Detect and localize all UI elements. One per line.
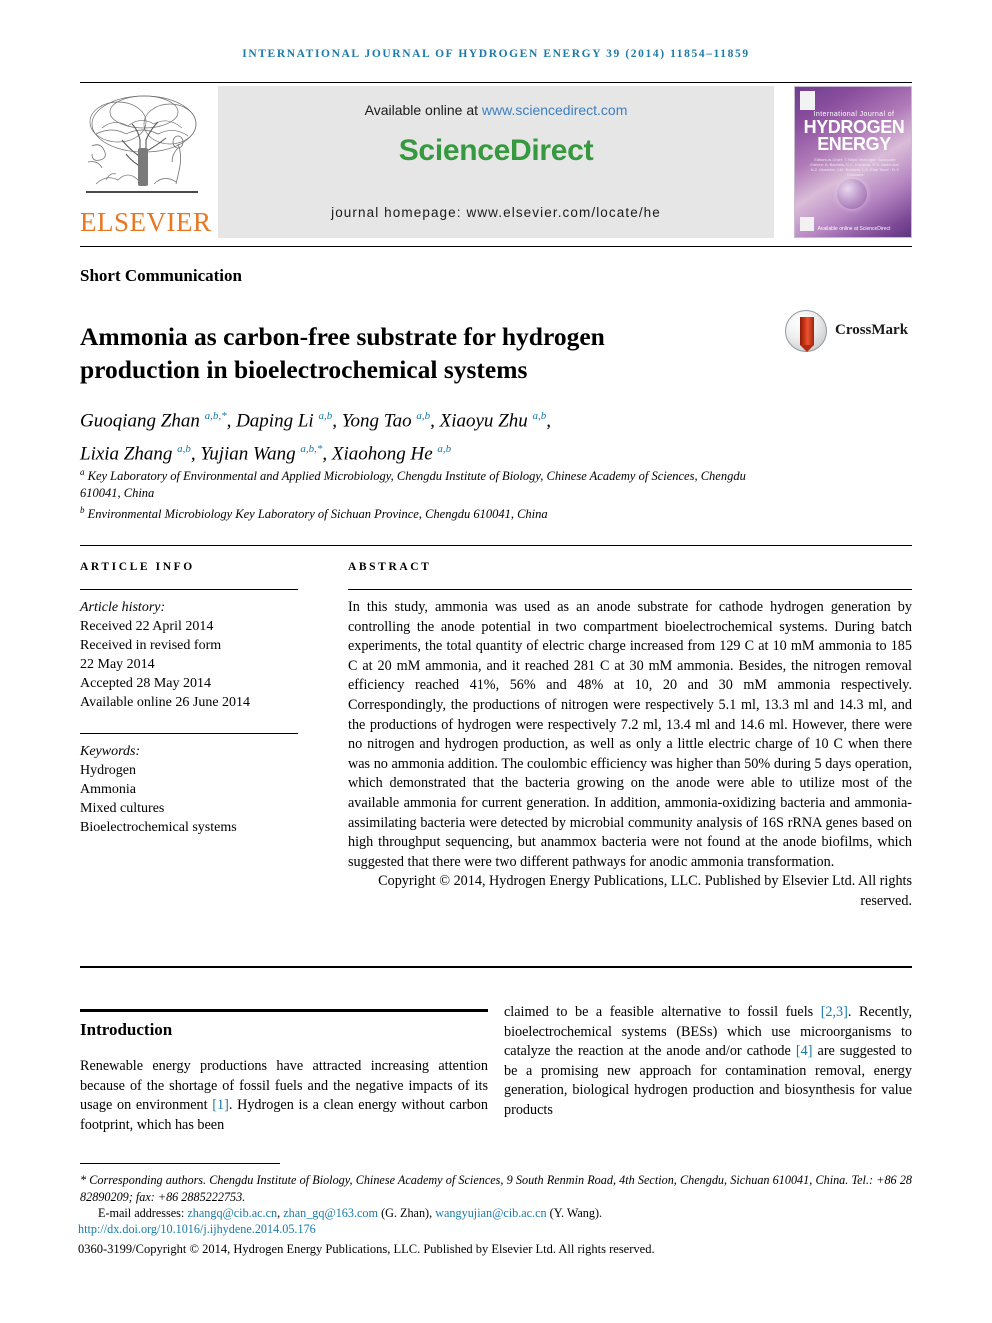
- abstract-body: In this study, ammonia was used as an an…: [348, 599, 912, 870]
- journal-cover-thumbnail[interactable]: International Journal of HYDROGEN ENERGY…: [794, 86, 912, 238]
- keywords-label: Keywords:: [80, 744, 141, 759]
- article-type: Short Communication: [80, 266, 242, 285]
- cover-title-energy: ENERGY: [817, 134, 891, 154]
- body-column-right: claimed to be a feasible alternative to …: [504, 1003, 912, 1121]
- masthead: ELSEVIER Available online at www.science…: [80, 86, 912, 238]
- keyword-item: Ammonia: [80, 782, 136, 797]
- running-head: International Journal of Hydrogen Energy…: [242, 48, 750, 60]
- cover-editors-text: Editors-in-Chief: T. Nejat Veziroğlu · A…: [810, 157, 900, 177]
- cover-orb-graphic: [837, 179, 867, 209]
- elsevier-tree-icon: [82, 88, 202, 206]
- crossmark-badge[interactable]: CrossMark: [785, 308, 910, 356]
- intro-paragraph-right: claimed to be a feasible alternative to …: [504, 1004, 912, 1118]
- keywords-rule: [80, 733, 298, 734]
- available-online-line: Available online at www.sciencedirect.co…: [218, 102, 774, 118]
- corresponding-author-note: * Corresponding authors. Chengdu Institu…: [80, 1173, 913, 1204]
- article-history: Article history: Received 22 April 2014 …: [80, 598, 310, 712]
- crossmark-label: CrossMark: [835, 322, 909, 338]
- intro-paragraph-left: Renewable energy productions have attrac…: [80, 1058, 488, 1133]
- affiliation-list: a Key Laboratory of Environmental and Ap…: [80, 467, 746, 522]
- crossmark-ribbon-icon: [800, 317, 814, 352]
- elsevier-logo[interactable]: ELSEVIER: [80, 86, 212, 238]
- abstract-end-rule: [80, 966, 912, 968]
- journal-homepage-link[interactable]: journal homepage: www.elsevier.com/locat…: [218, 205, 774, 220]
- elsevier-wordmark: ELSEVIER: [80, 207, 212, 237]
- header-rule: [80, 82, 912, 83]
- info-rule-left: [80, 589, 298, 590]
- email-addresses-note: E-mail addresses: zhangq@cib.ac.cn, zhan…: [98, 1206, 603, 1220]
- section-title-introduction: Introduction: [80, 1020, 173, 1039]
- body-column-left: Renewable energy productions have attrac…: [80, 1057, 488, 1135]
- info-rule-right: [348, 589, 912, 590]
- article-info-heading: ARTICLE INFO: [80, 561, 195, 573]
- history-item: Received 22 April 2014: [80, 619, 214, 634]
- sciencedirect-url-link[interactable]: www.sciencedirect.com: [482, 102, 628, 118]
- cover-bottom-text: Available online at ScienceDirect: [817, 226, 891, 232]
- article-page: International Journal of Hydrogen Energy…: [0, 0, 992, 1323]
- author-list: Guoqiang Zhan a,b,*, Daping Li a,b, Yong…: [80, 410, 551, 465]
- sciencedirect-logo[interactable]: ScienceDirect: [218, 134, 774, 168]
- history-item: Available online 26 June 2014: [80, 695, 251, 710]
- keyword-item: Bioelectrochemical systems: [80, 820, 237, 835]
- keyword-item: Mixed cultures: [80, 801, 165, 816]
- section-rule: [80, 1009, 488, 1012]
- article-history-label: Article history:: [80, 600, 166, 615]
- footnote-rule: [80, 1163, 280, 1164]
- keyword-item: Hydrogen: [80, 763, 136, 778]
- crossmark-circle-icon: [785, 310, 827, 352]
- doi-link[interactable]: http://dx.doi.org/10.1016/j.ijhydene.201…: [78, 1222, 316, 1237]
- page-title: Ammonia as carbon-free substrate for hyd…: [80, 322, 605, 385]
- history-item: Received in revised form: [80, 638, 222, 653]
- info-rule-top: [80, 545, 912, 546]
- available-online-label: Available online at: [364, 102, 482, 118]
- history-item: 22 May 2014: [80, 657, 155, 672]
- abstract-block: In this study, ammonia was used as an an…: [348, 598, 912, 912]
- issn-copyright-line: 0360-3199/Copyright © 2014, Hydrogen Ene…: [78, 1242, 655, 1256]
- keyword-list: Keywords: Hydrogen Ammonia Mixed culture…: [80, 742, 310, 837]
- abstract-heading: ABSTRACT: [348, 561, 432, 573]
- cover-elsevier-mark-icon: [800, 91, 815, 110]
- masthead-rule: [80, 246, 912, 247]
- history-item: Accepted 28 May 2014: [80, 676, 212, 691]
- abstract-copyright: Copyright © 2014, Hydrogen Energy Public…: [378, 873, 912, 909]
- sciencedirect-banner: Available online at www.sciencedirect.co…: [218, 86, 774, 238]
